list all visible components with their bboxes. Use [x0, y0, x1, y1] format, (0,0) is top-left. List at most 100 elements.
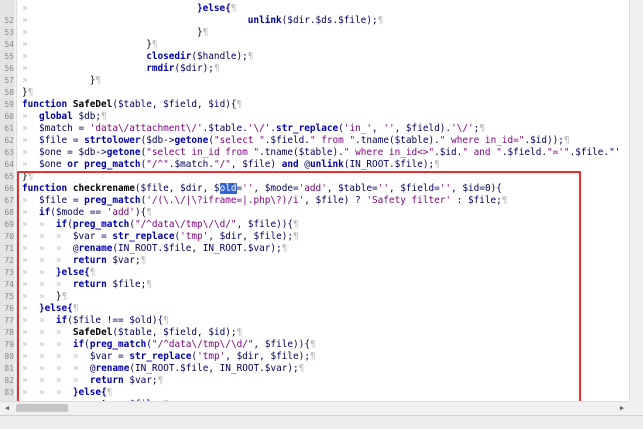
code-line[interactable]: 71 » » » @rename(IN_ROOT.$file, IN_ROOT.$…: [0, 243, 629, 255]
code-text[interactable]: » » » » return $var;¶: [22, 375, 629, 387]
code-text[interactable]: » $match = 'data\/attachment\/'.$table.'…: [22, 123, 629, 135]
code-line[interactable]: 65}¶: [0, 171, 629, 183]
line-number: 60: [4, 112, 14, 121]
code-line[interactable]: 62 » $file = strtolower($db->getone("sele…: [0, 135, 629, 147]
code-text[interactable]: }¶: [22, 171, 629, 183]
code-line[interactable]: 64 » $one or preg_match("/^".$match."/", …: [0, 159, 629, 171]
code-text[interactable]: » » » » @rename(IN_ROOT.$file, IN_ROOT.$…: [22, 363, 629, 375]
code-text[interactable]: » » » SafeDel($table, $field, $id);¶: [22, 327, 629, 339]
code-line[interactable]: 52 » unlink($dir.$ds.$file);¶: [0, 15, 629, 27]
code-line[interactable]: 69 » » if(preg_match("/^data\/tmp\/\d/", …: [0, 219, 629, 231]
line-number: 74: [4, 280, 14, 289]
code-text[interactable]: » unlink($dir.$ds.$file);¶: [22, 15, 629, 27]
line-number: 63: [4, 148, 14, 157]
code-line[interactable]: 77 » » if($file !== $old){¶: [0, 315, 629, 327]
code-line[interactable]: 83 » » » }else{¶: [0, 387, 629, 399]
code-text[interactable]: » » }else{¶: [22, 267, 629, 279]
code-token: .$table.: [202, 123, 248, 134]
code-token: $file =: [38, 195, 85, 206]
code-line[interactable]: 55 » closedir($handle);¶: [0, 51, 629, 63]
scroll-right-arrow-icon[interactable]: ▶: [617, 403, 627, 413]
code-line[interactable]: 59 function SafeDel($table, $field, $id){…: [0, 99, 629, 111]
code-text[interactable]: » » if($file !== $old){¶: [22, 315, 629, 327]
code-text[interactable]: }¶: [22, 87, 629, 99]
code-text[interactable]: » $file = strtolower($db->getone("select…: [22, 135, 629, 147]
code-line[interactable]: 81 » » » » @rename(IN_ROOT.$file, IN_ROOT…: [0, 363, 629, 375]
code-line[interactable]: 70 » » » $var = str_replace('tmp', $dir, …: [0, 231, 629, 243]
code-line[interactable]: 78 » » » SafeDel($table, $field, $id);¶: [0, 327, 629, 339]
code-line[interactable]: 74 » » » return $file;¶: [0, 279, 629, 291]
code-line[interactable]: 80 » » » » $var = str_replace('tmp', $dir…: [0, 351, 629, 363]
code-line[interactable]: » }else{¶: [0, 3, 629, 15]
code-line[interactable]: 56 » rmdir($dir);¶: [0, 63, 629, 75]
code-token: function: [22, 99, 73, 110]
code-text[interactable]: » }else{¶: [22, 303, 629, 315]
code-token: .tname($table).: [355, 135, 440, 146]
code-text[interactable]: » » » return $var;¶: [22, 255, 629, 267]
vertical-scrollbar[interactable]: [629, 0, 643, 401]
code-text[interactable]: function SafeDel($table, $field, $id){¶: [22, 99, 629, 111]
code-line[interactable]: 54 » }¶: [0, 39, 629, 51]
code-text[interactable]: » closedir($handle);¶: [22, 51, 629, 63]
code-text[interactable]: » }¶: [22, 27, 629, 39]
line-number: 64: [4, 160, 14, 169]
code-line[interactable]: 63 » $one = $db->getone("select in_id fro…: [0, 147, 629, 159]
code-token: strtolower: [84, 135, 141, 146]
code-line[interactable]: 53 » }¶: [0, 27, 629, 39]
code-line[interactable]: 67 » $file = preg_match('/(\.\/|\?iframe=…: [0, 195, 629, 207]
code-line[interactable]: 72 » » » return $var;¶: [0, 255, 629, 267]
scroll-left-arrow-icon[interactable]: ◀: [2, 403, 12, 413]
code-text[interactable]: » }¶: [22, 39, 629, 51]
code-text[interactable]: » }else{¶: [22, 3, 629, 15]
code-line[interactable]: 58}¶: [0, 87, 629, 99]
code-text[interactable]: » » » $var = str_replace('tmp', $dir, $f…: [22, 231, 629, 243]
code-line[interactable]: 82 » » » » return $var;¶: [0, 375, 629, 387]
whitespace-marker: ¶: [281, 243, 288, 254]
code-text[interactable]: » }¶: [22, 75, 629, 87]
code-text[interactable]: » » » }else{¶: [22, 387, 629, 399]
code-token: return: [89, 375, 130, 386]
code-line[interactable]: 73 » » }else{¶: [0, 267, 629, 279]
code-text[interactable]: » $file = preg_match('/(\.\/|\?iframe=|.…: [22, 195, 629, 207]
code-text[interactable]: » » if(preg_match("/^data\/tmp\/\d/", $f…: [22, 219, 629, 231]
code-line[interactable]: 79 » » » if(preg_match("/^data\/tmp\/\d/"…: [0, 339, 629, 351]
line-number: 54: [4, 40, 14, 49]
code-line[interactable]: 68 » if($mode == 'add'){¶: [0, 207, 629, 219]
code-text[interactable]: » rmdir($dir);¶: [22, 63, 629, 75]
code-text[interactable]: » » }¶: [22, 291, 629, 303]
code-token: closedir: [146, 51, 192, 62]
code-line[interactable]: 57 » }¶: [0, 75, 629, 87]
whitespace-marker: ¶: [501, 195, 508, 206]
line-number: 83: [4, 388, 14, 397]
code-line[interactable]: 66 function checkrename($file, $dir, $old…: [0, 183, 629, 195]
code-line[interactable]: 60 » global $db;¶: [0, 111, 629, 123]
code-editor[interactable]: » }else{¶ 52 » unlink($dir.$ds.$file);¶ 53 »…: [0, 0, 629, 401]
horizontal-scroll-thumb[interactable]: [16, 404, 68, 412]
code-text[interactable]: function checkrename($file, $dir, $old='…: [22, 183, 629, 195]
code-line[interactable]: 61 » $match = 'data\/attachment\/'.$table…: [0, 123, 629, 135]
code-text[interactable]: » if($mode == 'add'){¶: [22, 207, 629, 219]
code-text[interactable]: » $one or preg_match("/^".$match."/", $f…: [22, 159, 629, 171]
code-text[interactable]: » $one = $db->getone("select in_id from …: [22, 147, 629, 159]
code-token: '': [377, 183, 389, 194]
code-line[interactable]: 76 » }else{¶: [0, 303, 629, 315]
line-number: 73: [4, 268, 14, 277]
code-line[interactable]: 75 » » }¶: [0, 291, 629, 303]
horizontal-scrollbar[interactable]: ◀ ▶: [0, 401, 629, 415]
code-text[interactable]: » » » if(preg_match("/^data\/tmp\/\d/", …: [22, 339, 629, 351]
code-text[interactable]: » » » @rename(IN_ROOT.$file, IN_ROOT.$va…: [22, 243, 629, 255]
code-text[interactable]: » » » return $file;¶: [22, 279, 629, 291]
code-text[interactable]: » » » » $var = str_replace('tmp', $dir, …: [22, 351, 629, 363]
code-text[interactable]: » global $db;¶: [22, 111, 629, 123]
code-token: if: [55, 219, 68, 230]
